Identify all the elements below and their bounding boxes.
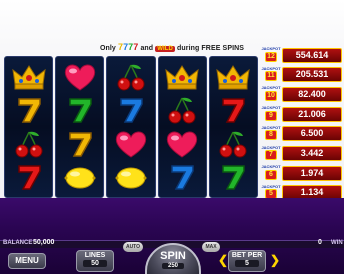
- win-value: 0: [318, 239, 322, 246]
- jackpot-label: JACKPOT: [261, 183, 281, 189]
- jackpot-label: JACKPOT: [261, 85, 281, 91]
- jackpot-value: 6.500: [282, 126, 342, 142]
- balance-label: BALANCE: [3, 240, 33, 246]
- crown-icon: [162, 61, 202, 93]
- cherry-icon: [111, 61, 151, 93]
- jackpot-label: JACKPOT: [261, 105, 281, 111]
- auto-button[interactable]: AUTO: [123, 242, 143, 252]
- reel-5: [208, 56, 259, 198]
- jackpot-value: 554.614: [282, 47, 342, 63]
- jackpot-value: 1.974: [282, 165, 342, 181]
- seven-gold-icon: [9, 94, 49, 126]
- bet-increase-icon[interactable]: ❯: [270, 253, 280, 267]
- jackpot-badge: JACKPOT 8: [260, 124, 282, 142]
- jackpot-label: JACKPOT: [261, 46, 281, 51]
- jackpot-row: JACKPOT 11 205.531: [260, 66, 342, 84]
- banner-during-text: during FREE SPINS: [177, 45, 245, 52]
- lemon-icon: [60, 161, 100, 193]
- lines-button[interactable]: LINES 50: [76, 250, 114, 272]
- cherry-icon: [162, 94, 202, 126]
- reel-1: [4, 56, 54, 198]
- banner-only-text: Only: [99, 45, 116, 52]
- jackpot-level: 11: [265, 71, 277, 82]
- jackpot-level: 9: [265, 110, 277, 121]
- jackpot-level: 7: [265, 150, 277, 161]
- lines-label: LINES: [84, 252, 106, 259]
- jackpot-label: JACKPOT: [261, 124, 281, 130]
- bet-per-value: 5: [235, 260, 259, 267]
- jackpot-value: 3.442: [282, 146, 342, 162]
- spin-total-bet: 250: [162, 263, 184, 269]
- heart-icon: [162, 128, 202, 160]
- seven-red-icon: [9, 161, 49, 193]
- jackpot-level: 10: [265, 90, 277, 101]
- jackpot-row: JACKPOT 12 554.614: [260, 46, 342, 64]
- reel-3: [106, 56, 156, 198]
- jackpot-value: 205.531: [282, 67, 342, 83]
- seven-blue-icon: [111, 94, 151, 126]
- jackpot-badge: JACKPOT 11: [260, 65, 282, 83]
- jackpot-label: JACKPOT: [261, 164, 281, 170]
- jackpot-level: 12: [265, 51, 277, 62]
- balance-value: 50,000: [33, 239, 55, 246]
- banner-wild-badge: WILD: [155, 46, 175, 52]
- crown-icon: [213, 61, 253, 93]
- jackpot-badge: JACKPOT 9: [260, 105, 282, 122]
- jackpot-badge: JACKPOT 7: [260, 144, 282, 162]
- reels-area: [4, 56, 259, 198]
- jackpot-row: JACKPOT 10 82.400: [260, 85, 342, 103]
- jackpot-badge: JACKPOT 10: [260, 85, 282, 102]
- cherry-icon: [213, 128, 253, 160]
- jackpot-label: JACKPOT: [261, 65, 281, 71]
- win-label: WIN: [331, 240, 343, 246]
- reel-2: [55, 56, 105, 198]
- jackpot-label: JACKPOT: [261, 144, 281, 150]
- jackpot-row: JACKPOT 9 21.006: [260, 105, 342, 123]
- jackpot-row: JACKPOT 7 3.442: [260, 145, 342, 163]
- jackpot-badge: JACKPOT 6: [260, 164, 282, 181]
- lines-value: 50: [83, 260, 107, 267]
- jackpot-badge: JACKPOT 12: [260, 46, 282, 63]
- seven-gold-icon: [60, 128, 100, 160]
- seven-blue-icon: [162, 161, 202, 193]
- seven-red-icon: [213, 94, 253, 126]
- banner-seven-red: 7: [133, 42, 139, 52]
- heart-icon: [111, 128, 151, 160]
- jackpot-value: 21.006: [282, 106, 342, 122]
- spin-label: SPIN: [160, 250, 186, 262]
- jackpot-row: JACKPOT 8 6.500: [260, 125, 342, 143]
- seven-green-icon: [60, 94, 100, 126]
- cherry-icon: [9, 128, 49, 160]
- banner-and-text: and: [140, 45, 154, 52]
- max-button[interactable]: MAX: [202, 242, 220, 252]
- bet-per-label: BET PER: [231, 252, 263, 259]
- seven-green-icon: [213, 161, 253, 193]
- jackpot-row: JACKPOT 6 1.974: [260, 164, 342, 182]
- jackpot-value: 82.400: [282, 86, 342, 102]
- lemon-icon: [111, 161, 151, 193]
- heart-icon: [60, 61, 100, 93]
- reel-4: [157, 56, 207, 198]
- bet-decrease-icon[interactable]: ❮: [218, 253, 228, 267]
- crown-icon: [9, 61, 49, 93]
- jackpot-level: 6: [265, 169, 277, 180]
- bet-per-button[interactable]: BET PER 5: [228, 250, 266, 272]
- jackpot-level: 8: [265, 130, 277, 141]
- jackpot-ladder: JACKPOT 12 554.614 JACKPOT 11 205.531 JACKPOT 1…: [260, 46, 342, 202]
- menu-button[interactable]: MENU: [8, 253, 46, 269]
